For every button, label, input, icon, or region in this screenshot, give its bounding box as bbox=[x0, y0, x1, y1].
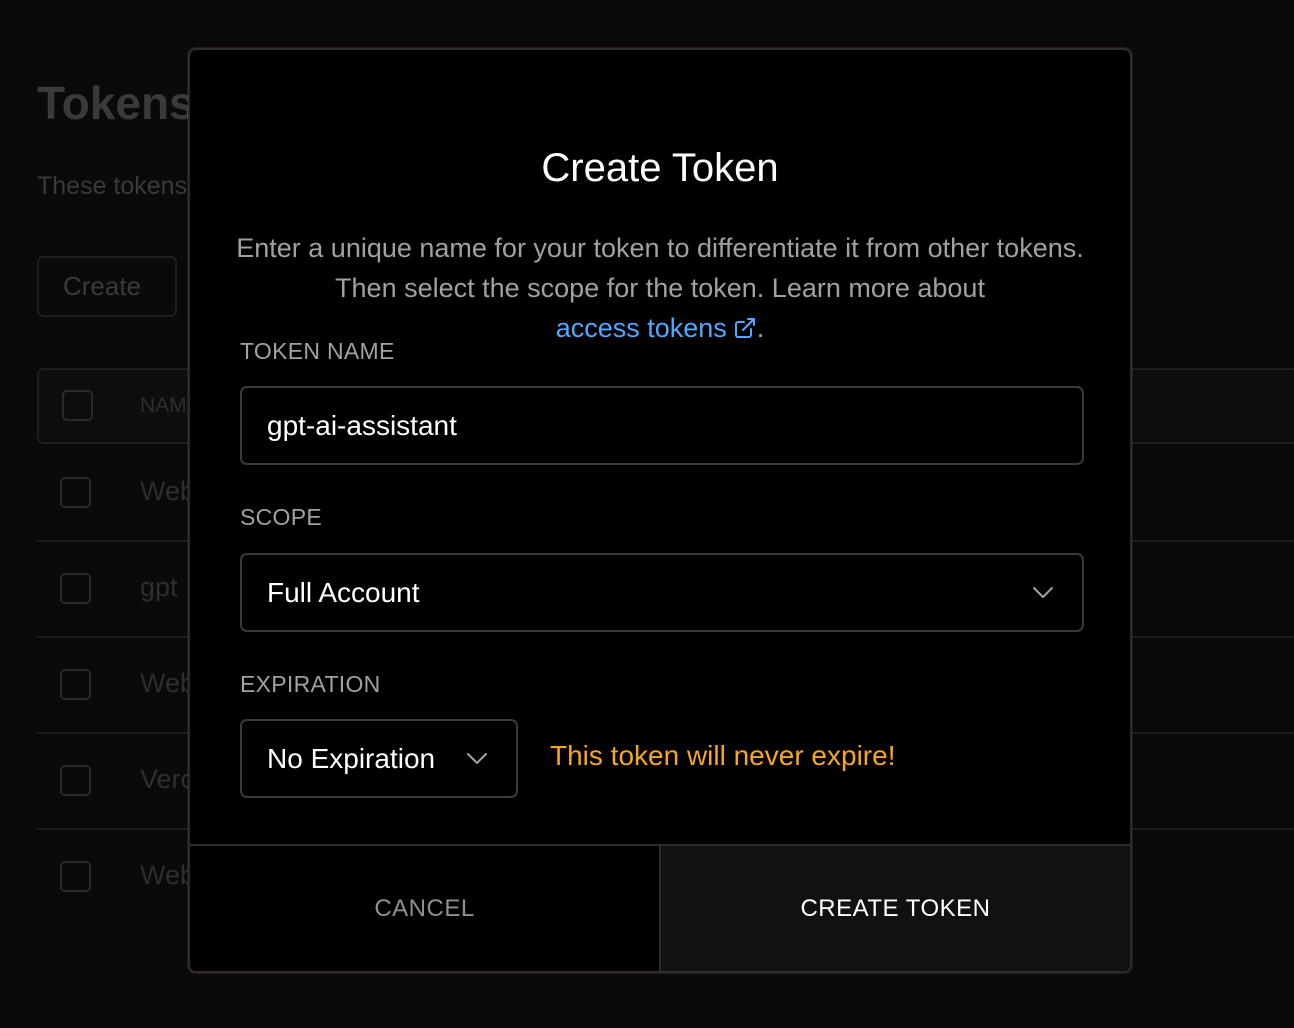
page-title: Tokens bbox=[37, 77, 195, 129]
row-name: Web bbox=[140, 476, 196, 506]
create-token-button[interactable]: CREATE TOKEN bbox=[661, 846, 1130, 971]
token-name-label: TOKEN NAME bbox=[240, 338, 395, 364]
cancel-button[interactable]: CANCEL bbox=[190, 846, 661, 971]
row-checkbox[interactable] bbox=[60, 477, 91, 508]
chevron-down-icon bbox=[1033, 587, 1053, 598]
access-tokens-link-label: access tokens bbox=[555, 313, 727, 343]
description-text: Enter a unique name for your token to di… bbox=[236, 233, 1084, 303]
description-suffix: . bbox=[756, 313, 765, 343]
scope-select[interactable]: Full Account bbox=[240, 553, 1084, 632]
expiration-select[interactable]: No Expiration bbox=[240, 719, 518, 798]
scope-selected-value: Full Account bbox=[267, 577, 420, 608]
chevron-down-icon bbox=[467, 753, 487, 764]
row-checkbox[interactable] bbox=[60, 861, 91, 892]
modal-title: Create Token bbox=[541, 146, 779, 190]
row-name: Web bbox=[140, 860, 196, 890]
access-tokens-link[interactable]: access tokens bbox=[556, 313, 757, 343]
modal-footer: CANCEL CREATE TOKEN bbox=[190, 844, 1130, 971]
create-button[interactable]: Create bbox=[37, 256, 177, 317]
modal-description: Enter a unique name for your token to di… bbox=[230, 228, 1090, 348]
scope-label: SCOPE bbox=[240, 504, 323, 530]
row-name: Verc bbox=[140, 764, 195, 794]
row-checkbox[interactable] bbox=[60, 669, 91, 700]
row-name: Web bbox=[140, 668, 196, 698]
expiration-warning: This token will never expire! bbox=[550, 740, 896, 771]
row-checkbox[interactable] bbox=[60, 765, 91, 796]
row-checkbox[interactable] bbox=[60, 573, 91, 604]
expiration-selected-value: No Expiration bbox=[267, 743, 436, 774]
create-token-modal: Create Token Enter a unique name for you… bbox=[188, 48, 1132, 973]
row-name: gpt bbox=[140, 572, 178, 602]
page-description: These tokens bbox=[37, 172, 188, 200]
external-link-icon bbox=[734, 318, 755, 338]
select-all-checkbox[interactable] bbox=[62, 390, 93, 421]
expiration-label: EXPIRATION bbox=[240, 671, 381, 697]
token-name-input[interactable] bbox=[240, 386, 1084, 465]
